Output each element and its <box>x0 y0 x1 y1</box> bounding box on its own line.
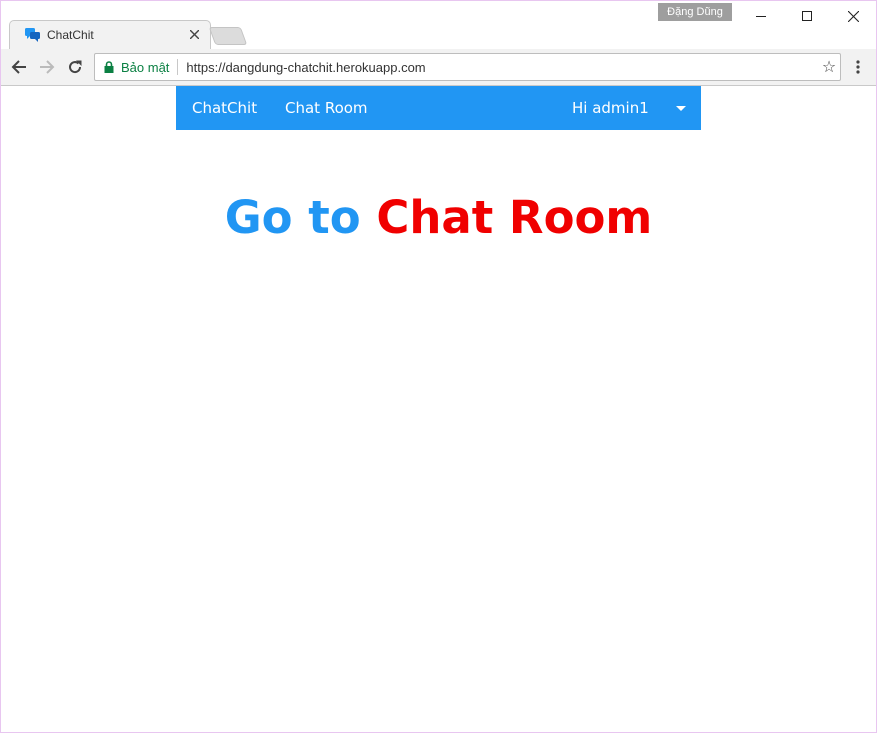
arrow-right-icon[interactable] <box>35 55 59 79</box>
user-menu-toggle[interactable]: Hi admin1 <box>572 86 649 130</box>
url-text[interactable]: https://dangdung-chatchit.herokuapp.com <box>186 60 818 75</box>
page-content: ChatChit Chat Room Hi admin1 Go to Chat … <box>1 86 876 732</box>
reload-icon[interactable] <box>63 55 87 79</box>
caret-down-icon[interactable] <box>676 106 686 111</box>
lock-icon[interactable] <box>104 61 114 73</box>
hero-text-go-to: Go to <box>224 191 361 244</box>
minimize-icon[interactable] <box>738 1 784 31</box>
tab-title: ChatChit <box>47 27 94 42</box>
site-navbar: ChatChit Chat Room Hi admin1 <box>176 86 701 130</box>
chat-bubbles-icon <box>25 27 41 42</box>
new-tab-button[interactable] <box>208 27 248 45</box>
security-label[interactable]: Bảo mật <box>121 60 169 75</box>
browser-window: Đặng Dũng ChatChit Bảo mật https://dangd… <box>0 0 877 733</box>
hero-link-chat-room[interactable]: Chat Room <box>376 191 652 244</box>
browser-toolbar: Bảo mật https://dangdung-chatchit.heroku… <box>1 49 876 86</box>
brand-link[interactable]: ChatChit <box>192 86 257 130</box>
omnibox-divider <box>177 59 179 75</box>
arrow-left-icon[interactable] <box>7 55 31 79</box>
address-bar[interactable]: Bảo mật https://dangdung-chatchit.heroku… <box>94 53 841 81</box>
close-icon[interactable] <box>830 1 876 31</box>
nav-link-chat-room[interactable]: Chat Room <box>285 86 368 130</box>
star-icon[interactable]: ☆ <box>818 57 840 77</box>
kebab-menu-icon[interactable] <box>847 55 869 79</box>
hero-heading: Go to Chat Room <box>1 190 876 246</box>
tab-close-icon[interactable] <box>187 28 201 42</box>
profile-badge[interactable]: Đặng Dũng <box>658 3 732 21</box>
maximize-icon[interactable] <box>784 1 830 31</box>
browser-tab[interactable]: ChatChit <box>11 20 207 49</box>
title-bar: Đặng Dũng ChatChit <box>1 1 876 50</box>
